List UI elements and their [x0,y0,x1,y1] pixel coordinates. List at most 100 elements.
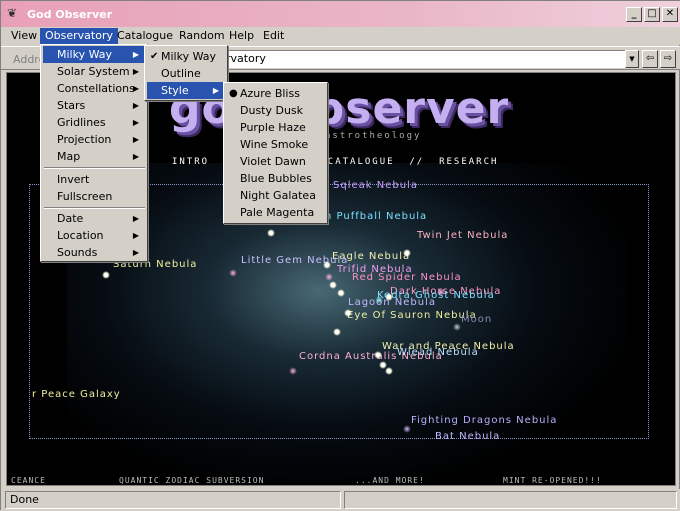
app-icon: ❦ [7,6,18,20]
submenu-arrow-icon: ▶ [132,152,139,161]
menu-item-label: Location [57,229,104,242]
browser-window: ❦ God Observer _ □ ✕ View Observatory Ca… [0,0,680,511]
menu-item-label: Map [57,150,81,163]
star-dot [385,367,393,375]
menu-item-purple-haze[interactable]: Purple Haze [226,119,325,136]
menu-view[interactable]: View [6,28,42,45]
star-dot [344,309,352,317]
star-dot [437,288,445,296]
menu-item-constellations[interactable]: Constellations ▶ [43,80,145,97]
menu-item-dusty-dusk[interactable]: Dusty Dusk [226,102,325,119]
page-subtitle: astrotheology [325,131,422,141]
star-dot [325,273,333,281]
style-submenu: ● Azure Bliss Dusty Dusk Purple Haze Wine… [223,82,328,224]
site-nav[interactable]: INTRO // // CATALOGUE // RESEARCH [172,157,498,167]
address-value: rvatory [226,52,266,65]
menu-item-style[interactable]: Style ▶ [147,82,225,99]
nebula-label[interactable]: Eye Of Sauron Nebula [347,310,477,321]
nebula-label[interactable]: Red Spider Nebula [352,272,462,283]
star-dot [374,351,382,359]
star-dot [229,269,237,277]
menu-item-night-galatea[interactable]: Night Galatea [226,187,325,204]
menu-item-label: Constellations [57,82,135,95]
star-dot [323,261,331,269]
menu-item-solar-system[interactable]: Solar System ▶ [43,63,145,80]
nebula-label[interactable]: Sqleak Nebula [333,180,418,191]
status-bar: Done [1,489,680,511]
menu-item-label: Date [57,212,84,225]
menu-item-violet-dawn[interactable]: Violet Dawn [226,153,325,170]
observatory-menu: Milky Way ▶ Solar System ▶ Constellations ▶… [40,44,148,262]
star-dot [453,323,461,331]
menu-item-azure-bliss[interactable]: ● Azure Bliss [226,85,325,102]
menu-observatory[interactable]: Observatory [40,28,118,45]
nebula-label[interactable]: r Peace Galaxy [32,389,121,400]
forward-arrow-icon[interactable]: ⇨ [660,50,676,68]
maximize-button[interactable]: □ [644,7,660,22]
menu-item-label: Milky Way [57,48,113,61]
menu-item-map[interactable]: Map ▶ [43,148,145,165]
menu-item-pale-magenta[interactable]: Pale Magenta [226,204,325,221]
submenu-arrow-icon: ▶ [132,84,139,93]
minimize-button[interactable]: _ [626,7,642,22]
menu-catalogue[interactable]: Catalogue [112,28,178,45]
address-dropdown-icon[interactable]: ▼ [625,50,639,68]
menu-item-milky-way-toggle[interactable]: ✔ Milky Way [147,48,225,65]
star-dot [102,271,110,279]
submenu-arrow-icon: ▶ [132,101,139,110]
menu-item-label: Sounds [57,246,98,259]
menu-item-sounds[interactable]: Sounds ▶ [43,244,145,261]
star-dot [375,296,383,304]
submenu-arrow-icon: ▶ [132,118,139,127]
status-text: Done [5,491,341,509]
menu-item-label: Milky Way [161,50,217,63]
star-dot [385,293,393,301]
menu-item-outline[interactable]: Outline [147,65,225,82]
nebula-label[interactable]: Wlead Nebula [397,347,479,358]
footer-link[interactable]: MINT RE-OPENED!!! [503,476,602,485]
menu-item-milky-way[interactable]: Milky Way ▶ [43,46,145,63]
star-dot [333,328,341,336]
menu-item-label: Projection [57,133,112,146]
star-dot [289,367,297,375]
menu-help[interactable]: Help [224,28,259,45]
star-dot [337,289,345,297]
menu-item-fullscreen[interactable]: Fullscreen [43,188,145,205]
submenu-arrow-icon: ▶ [132,231,139,240]
back-arrow-icon[interactable]: ⇦ [642,50,658,68]
submenu-arrow-icon: ▶ [132,50,139,59]
menu-item-invert[interactable]: Invert [43,171,145,188]
milky-way-submenu: ✔ Milky Way Outline Style ▶ [144,45,228,101]
menu-separator [44,167,145,169]
menu-item-label: Style [161,84,189,97]
menu-item-projection[interactable]: Projection ▶ [43,131,145,148]
menu-item-blue-bubbles[interactable]: Blue Bubbles [226,170,325,187]
footer-link[interactable]: CEANCE [11,476,46,485]
submenu-arrow-icon: ▶ [132,135,139,144]
title-bar[interactable]: ❦ God Observer _ □ ✕ [1,1,680,27]
menu-item-wine-smoke[interactable]: Wine Smoke [226,136,325,153]
submenu-arrow-icon: ▶ [132,214,139,223]
menu-item-location[interactable]: Location ▶ [43,227,145,244]
menu-item-label: Azure Bliss [240,87,300,100]
nebula-label[interactable]: Moon [461,314,492,325]
star-dot [267,229,275,237]
nebula-label[interactable]: Twin Jet Nebula [417,230,508,241]
menu-bar: View Observatory Catalogue Random Help E… [1,27,680,45]
menu-item-stars[interactable]: Stars ▶ [43,97,145,114]
menu-item-gridlines[interactable]: Gridlines ▶ [43,114,145,131]
nebula-label[interactable]: Fighting Dragons Nebula [411,415,557,426]
menu-item-date[interactable]: Date ▶ [43,210,145,227]
footer-link[interactable]: ...AND MORE! [355,476,425,485]
menu-edit[interactable]: Edit [258,28,289,45]
footer-link[interactable]: QUANTIC ZODIAC SUBVERSION [119,476,264,485]
close-button[interactable]: ✕ [662,7,678,22]
nebula-label[interactable]: n Puffball Nebula [325,211,427,222]
window-title: God Observer [27,8,113,21]
checkmark-icon: ✔ [150,51,159,62]
nebula-label[interactable]: Little Gem Nebula [241,255,348,266]
nebula-label[interactable]: Bat Nebula [435,431,500,442]
menu-random[interactable]: Random [174,28,230,45]
menu-item-label: Solar System [57,65,130,78]
submenu-arrow-icon: ▶ [132,67,139,76]
